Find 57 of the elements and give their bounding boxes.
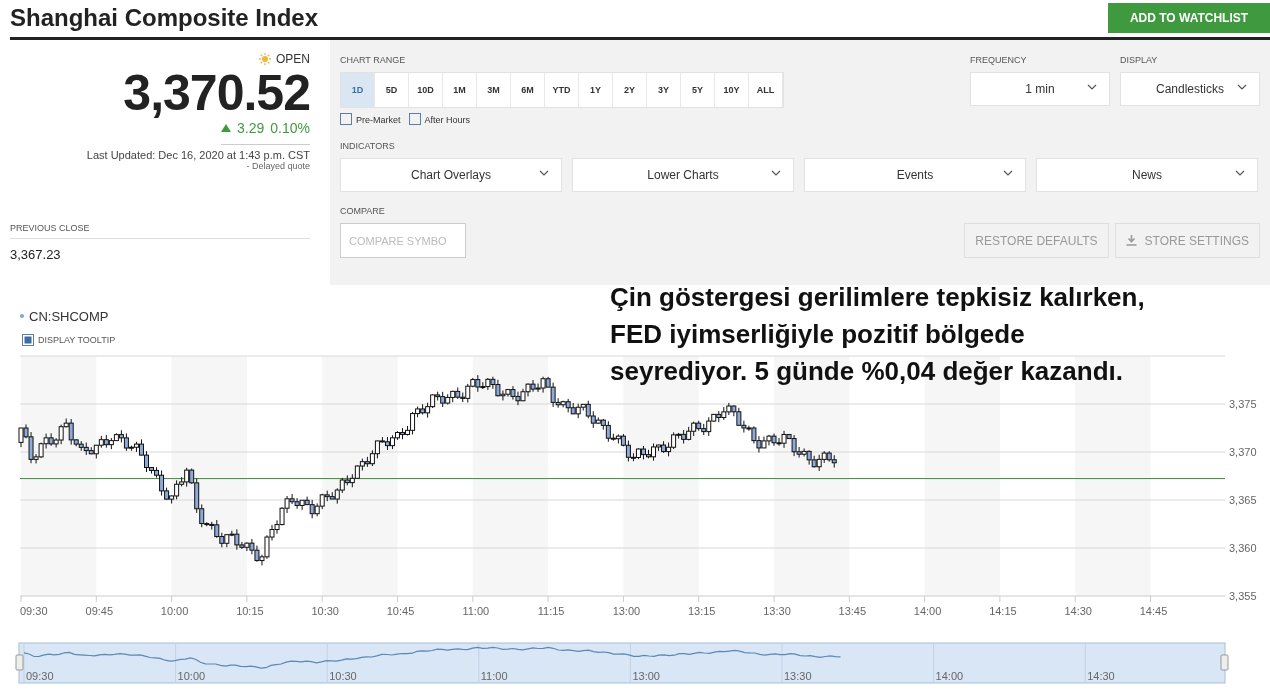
navigator-label: 13:00 [632,670,660,682]
x-axis-label: 10:15 [236,605,264,617]
indicator-dropdown[interactable]: News [1036,158,1258,192]
checkbox-label: After Hours [424,115,471,125]
x-axis-label: 13:45 [838,605,867,617]
y-axis-label: 3,375 [1229,398,1257,410]
y-axis-label: 3,360 [1229,542,1257,554]
market-status: OPEN [276,52,310,66]
indicator-dropdown[interactable]: Chart Overlays [340,158,562,192]
indicators-label: INDICATORS [340,141,396,153]
y-axis-label: 3,370 [1229,446,1257,458]
navigator-label: 11:00 [480,670,508,682]
x-axis-label: 13:30 [763,605,791,617]
frequency-label: FREQUENCY [970,55,1028,67]
navigator-label: 09:30 [26,670,54,682]
x-axis-label: 14:15 [989,605,1017,617]
add-to-watchlist-button[interactable]: ADD TO WATCHLIST [1108,3,1270,33]
x-axis-label: 10:45 [386,605,415,617]
x-axis-label: 10:00 [160,605,189,617]
x-axis-label: 10:30 [311,605,339,617]
annotation-text: Çin göstergesi gerilimlere tepkisiz kalırken, FED iyimserliğiyle pozitif bölgede seyrediyor. 5 günde %0,04 değer kazandı. [610,281,1146,388]
frequency-dropdown[interactable]: 1 min [970,72,1110,106]
navigator-label: 13:30 [784,670,812,682]
navigator-label: 14:00 [935,670,964,682]
delayed-quote-note: - Delayed quote [246,161,310,171]
navigator-label: 14:30 [1087,670,1115,682]
x-axis-label: 09:45 [85,605,114,617]
display-label: DISPLAY [1120,55,1159,67]
y-axis-label: 3,365 [1229,494,1257,506]
page-title: Shanghai Composite Index [10,4,319,32]
x-axis-label: 13:15 [687,605,716,617]
y-axis-label: 3,355 [1229,590,1257,602]
percent-change: 0.10% [270,120,310,136]
tooltip-label: DISPLAY TOOLTIP [38,335,116,345]
x-axis-label: 11:00 [462,605,490,617]
x-axis-label: 09:30 [20,605,48,617]
navigator-label: 10:00 [177,670,206,682]
index-price: 3,370.52 [123,66,310,120]
indicator-dropdown[interactable]: Lower Charts [572,158,794,192]
price-change: 3.29 [237,120,265,136]
compare-symbol-field[interactable]: COMPARE SYMBO [340,223,466,258]
x-axis-label: 14:30 [1064,605,1092,617]
previous-close-label: PREVIOUS CLOSE [10,223,310,239]
x-axis-label: 11:15 [537,605,565,617]
navigator-label: 10:30 [329,670,357,682]
x-axis-label: 14:00 [913,605,942,617]
range-button[interactable]: 1D [341,73,375,107]
x-axis-label: 13:00 [612,605,641,617]
previous-close-value: 3,367.23 [10,247,62,262]
compare-label: COMPARE [340,206,386,218]
checkbox-label: Pre-Market [356,115,401,125]
symbol-label: CN:SHCOMP [29,308,109,324]
last-updated: Last Updated: Dec 16, 2020 at 1:43 p.m. CST [86,149,310,161]
indicator-dropdown[interactable]: Events [804,158,1026,192]
display-dropdown[interactable]: Candlesticks [1120,72,1260,106]
chart-range-label: CHART RANGE [340,55,407,67]
x-axis-label: 14:45 [1139,605,1168,617]
